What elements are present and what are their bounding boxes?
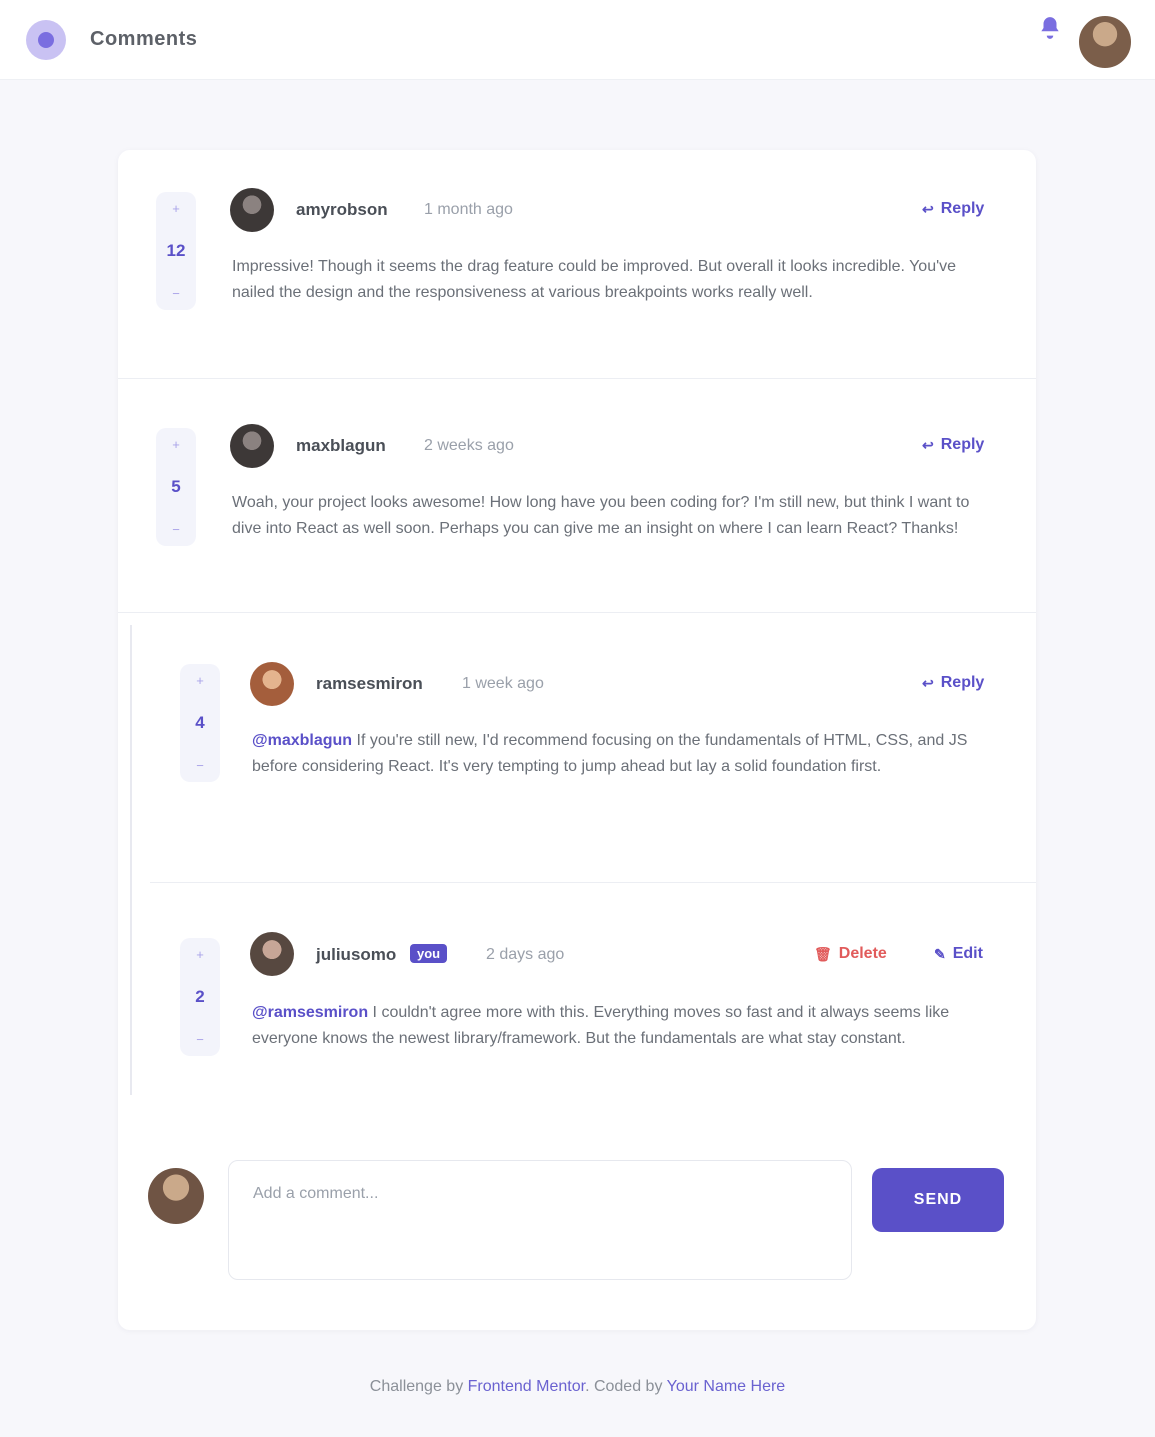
reply-button[interactable]: ↩ Reply — [922, 436, 984, 454]
avatar — [230, 188, 274, 232]
footer-prefix: Challenge by — [369, 1378, 464, 1395]
comment-body: Woah, your project looks awesome! How lo… — [232, 494, 970, 537]
brand-name: Comments — [90, 28, 198, 50]
reply-icon: ↩ — [922, 436, 934, 453]
bell-icon[interactable] — [1030, 10, 1070, 46]
comment-body-text: If you're still new, I'd recommend focus… — [252, 732, 968, 775]
reply-button[interactable]: ↩ Reply — [922, 200, 984, 218]
comment-body: @maxblagun If you're still new, I'd reco… — [252, 728, 1002, 780]
comment-timestamp: 2 days ago — [486, 946, 565, 963]
footer-middle: . Coded by — [585, 1378, 663, 1395]
trash-icon: 🗑 — [814, 945, 832, 962]
vote-score: 2 — [195, 987, 205, 1006]
upvote-icon[interactable]: + — [196, 674, 204, 687]
divider — [150, 882, 1036, 883]
comment-username[interactable]: ramsesmiron — [316, 674, 423, 694]
comment-timestamp: 2 weeks ago — [424, 437, 514, 454]
vote-control: + 2 − — [180, 938, 220, 1056]
you-badge: you — [410, 944, 448, 963]
edit-label: Edit — [952, 945, 983, 962]
divider — [118, 612, 1036, 613]
comment-username[interactable]: juliusomo — [316, 945, 396, 965]
vote-score: 5 — [171, 477, 181, 496]
comment-body: Impressive! Though it seems the drag fea… — [232, 258, 957, 301]
downvote-icon[interactable]: − — [172, 523, 180, 536]
edit-button[interactable]: ✎ Edit — [934, 945, 983, 963]
vote-control: + 4 − — [180, 664, 220, 782]
avatar — [230, 424, 274, 468]
downvote-icon[interactable]: − — [196, 759, 204, 772]
divider — [118, 378, 1036, 379]
delete-label: Delete — [838, 945, 887, 962]
comment-body: @ramsesmiron I couldn't agree more with … — [252, 1000, 992, 1052]
pencil-icon: ✎ — [934, 945, 946, 962]
reply-label: Reply — [940, 674, 985, 691]
reply-icon: ↩ — [922, 200, 934, 217]
footer-link-author[interactable]: Your Name Here — [667, 1378, 786, 1395]
mention[interactable]: @ramsesmiron — [252, 1004, 368, 1021]
bell-icon-svg — [1041, 17, 1059, 39]
vote-score: 4 — [195, 713, 205, 732]
reply-label: Reply — [940, 436, 985, 453]
footer-link-frontend-mentor[interactable]: Frontend Mentor — [468, 1378, 585, 1395]
vote-control: + 5 − — [156, 428, 196, 546]
current-user-avatar — [148, 1168, 204, 1224]
comment-timestamp: 1 week ago — [462, 675, 544, 692]
top-bar: Comments — [0, 0, 1155, 80]
mention[interactable]: @maxblagun — [252, 732, 352, 749]
reply-button[interactable]: ↩ Reply — [922, 674, 984, 692]
footer: Challenge by Frontend Mentor. Coded by Y… — [0, 1378, 1155, 1396]
comment-timestamp: 1 month ago — [424, 201, 513, 218]
avatar — [250, 932, 294, 976]
comment-username[interactable]: amyrobson — [296, 200, 388, 220]
upvote-icon[interactable]: + — [172, 202, 180, 215]
downvote-icon[interactable]: − — [172, 287, 180, 300]
vote-control: + 12 − — [156, 192, 196, 310]
reply-thread-line — [130, 625, 132, 1095]
reply-icon: ↩ — [922, 674, 934, 691]
user-avatar[interactable] — [1077, 14, 1133, 70]
reply-label: Reply — [940, 200, 985, 217]
comment-username[interactable]: maxblagun — [296, 436, 386, 456]
comment-input[interactable] — [228, 1160, 852, 1280]
upvote-icon[interactable]: + — [172, 438, 180, 451]
vote-score: 12 — [166, 241, 186, 260]
delete-button[interactable]: 🗑 Delete — [814, 945, 887, 963]
send-button[interactable]: SEND — [872, 1168, 1004, 1232]
downvote-icon[interactable]: − — [196, 1033, 204, 1046]
logo-icon — [26, 20, 66, 60]
upvote-icon[interactable]: + — [196, 948, 204, 961]
avatar — [250, 662, 294, 706]
